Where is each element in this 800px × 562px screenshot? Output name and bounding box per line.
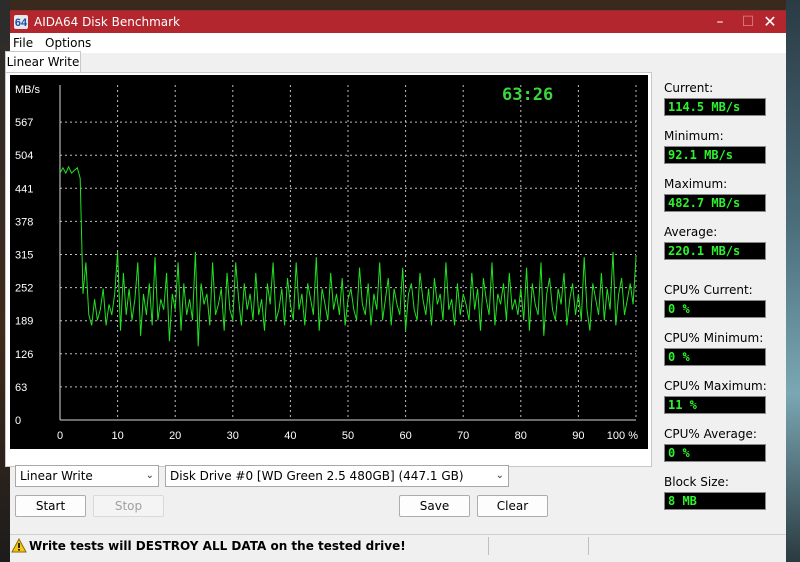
- start-button[interactable]: Start: [15, 495, 86, 517]
- cpu-current-value: 0 %: [664, 300, 766, 318]
- clear-button[interactable]: Clear: [477, 495, 548, 517]
- minimum-value: 92.1 MB/s: [664, 146, 766, 164]
- y-tick-label: 126: [15, 349, 33, 361]
- elapsed-timer: 63:26: [502, 85, 554, 105]
- menu-options[interactable]: Options: [45, 36, 91, 50]
- status-bar: Write tests will DESTROY ALL DATA on the…: [10, 534, 786, 557]
- cpu-average-label: CPU% Average:: [664, 427, 757, 441]
- x-tick-label: 10: [111, 430, 123, 442]
- chevron-down-icon: ⌄: [145, 470, 154, 481]
- close-button[interactable]: ✕: [754, 11, 786, 33]
- y-tick-label: 504: [15, 150, 33, 162]
- svg-text:64: 64: [15, 17, 28, 29]
- x-tick-label: 100 %: [607, 430, 638, 442]
- benchmark-chart: 0 63 126 189 252 315 378 441 504 567 MB/s 0 10 20 30 40…: [10, 75, 648, 449]
- window-title: AIDA64 Disk Benchmark: [34, 15, 181, 29]
- status-divider: [488, 537, 489, 555]
- stop-button[interactable]: Stop: [93, 495, 164, 517]
- x-tick-label: 30: [227, 430, 239, 442]
- maximum-value: 482.7 MB/s: [664, 194, 766, 212]
- x-tick-label: 70: [457, 430, 469, 442]
- x-tick-label: 80: [515, 430, 527, 442]
- chevron-down-icon: ⌄: [495, 470, 504, 481]
- cpu-maximum-label: CPU% Maximum:: [664, 379, 767, 393]
- drive-value: Disk Drive #0 [WD Green 2.5 480GB] (447.…: [170, 469, 464, 483]
- cpu-average-value: 0 %: [664, 444, 766, 462]
- y-tick-label: 441: [15, 183, 33, 195]
- y-tick-label: 0: [15, 415, 21, 427]
- chart-svg: 0 63 126 189 252 315 378 441 504 567 MB/s 0 10 20 30 40…: [15, 84, 638, 442]
- current-value: 114.5 MB/s: [664, 98, 766, 116]
- save-button[interactable]: Save: [399, 495, 470, 517]
- block-size-label: Block Size:: [664, 475, 729, 489]
- warning-message: Write tests will DESTROY ALL DATA on the…: [29, 539, 406, 553]
- maximum-label: Maximum:: [664, 177, 728, 191]
- y-tick-label: 315: [15, 250, 33, 262]
- test-type-select[interactable]: Linear Write ⌄: [15, 465, 159, 487]
- block-size-value: 8 MB: [664, 492, 766, 510]
- y-tick-label: 189: [15, 316, 33, 328]
- y-tick-label: 63: [15, 382, 27, 394]
- aida64-app-icon: 64: [14, 15, 28, 29]
- average-label: Average:: [664, 225, 718, 239]
- desktop-background-right: [786, 0, 800, 562]
- x-tick-label: 60: [399, 430, 411, 442]
- y-axis-unit-label: MB/s: [15, 84, 41, 96]
- y-tick-label: 567: [15, 117, 33, 129]
- menu-file[interactable]: File: [13, 36, 33, 50]
- x-tick-label: 20: [169, 430, 181, 442]
- current-label: Current:: [664, 81, 714, 95]
- x-tick-label: 50: [342, 430, 354, 442]
- status-divider: [588, 537, 589, 555]
- cpu-maximum-value: 11 %: [664, 396, 766, 414]
- cpu-current-label: CPU% Current:: [664, 283, 753, 297]
- menu-bar: File Options: [10, 33, 786, 53]
- y-tick-label: 252: [15, 283, 33, 295]
- x-tick-label: 40: [284, 430, 296, 442]
- warning-icon: [11, 538, 27, 553]
- minimum-label: Minimum:: [664, 129, 724, 143]
- x-tick-label: 0: [57, 430, 63, 442]
- y-tick-label: 378: [15, 216, 33, 228]
- title-bar[interactable]: 64 AIDA64 Disk Benchmark – ☐ ✕: [10, 11, 786, 33]
- tab-linear-write[interactable]: Linear Write: [5, 51, 81, 73]
- average-value: 220.1 MB/s: [664, 242, 766, 260]
- test-type-value: Linear Write: [20, 469, 93, 483]
- cpu-minimum-value: 0 %: [664, 348, 766, 366]
- cpu-minimum-label: CPU% Minimum:: [664, 331, 764, 345]
- drive-select[interactable]: Disk Drive #0 [WD Green 2.5 480GB] (447.…: [165, 465, 509, 487]
- x-tick-label: 90: [572, 430, 584, 442]
